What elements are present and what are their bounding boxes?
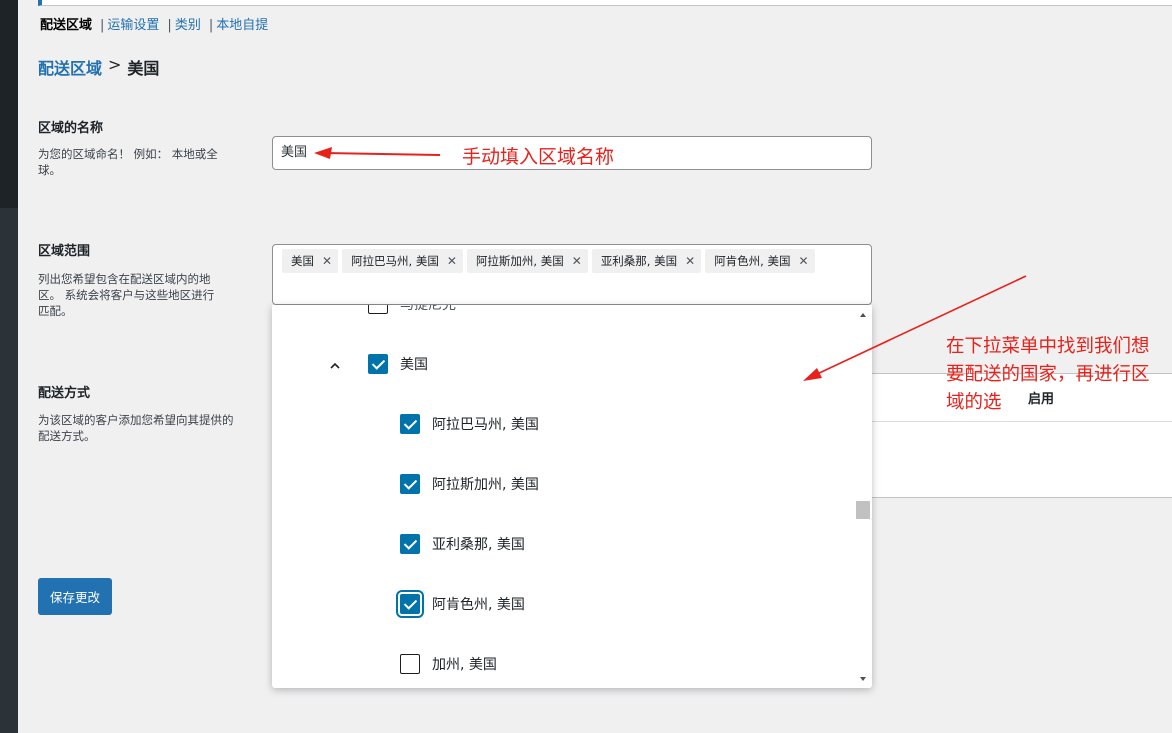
checkbox[interactable] bbox=[368, 305, 388, 314]
shipping-methods-title: 配送方式 bbox=[38, 382, 90, 401]
shipping-subnav: 配送区域 | 运输设置 | 类别 | 本地自提 bbox=[40, 17, 268, 35]
region-chip: 阿肯色州, 美国 ✕ bbox=[705, 249, 814, 273]
annotation-name-hint: 手动填入区域名称 bbox=[462, 142, 614, 169]
remove-chip-icon[interactable]: ✕ bbox=[322, 249, 332, 273]
region-chip-label: 阿拉巴马州, 美国 bbox=[351, 249, 439, 273]
shipping-methods-description: 为该区域的客户添加您希望向其提供的配送方式。 bbox=[38, 412, 234, 444]
checkbox-checked[interactable] bbox=[400, 534, 420, 554]
subnav-current-zones: 配送区域 bbox=[40, 17, 92, 35]
region-chip: 阿拉斯加州, 美国 ✕ bbox=[467, 249, 588, 273]
dropdown-option-partial[interactable]: 马提尼克 bbox=[368, 305, 456, 314]
subnav-separator: | bbox=[100, 17, 104, 35]
annotation-dropdown-hint: 在下拉菜单中找到我们想要配送的国家，再进行区域的选 bbox=[946, 333, 1166, 417]
remove-chip-icon[interactable]: ✕ bbox=[447, 249, 457, 273]
option-label: 加州, 美国 bbox=[432, 654, 497, 674]
zone-name-title: 区域的名称 bbox=[38, 117, 103, 136]
dropdown-option[interactable]: 阿肯色州, 美国 bbox=[400, 594, 525, 614]
option-label: 阿拉巴马州, 美国 bbox=[432, 414, 539, 434]
region-chip-label: 阿拉斯加州, 美国 bbox=[476, 249, 564, 273]
remove-chip-icon[interactable]: ✕ bbox=[799, 249, 809, 273]
save-changes-button[interactable]: 保存更改 bbox=[38, 578, 112, 615]
checkbox-checked-focused[interactable] bbox=[400, 594, 420, 614]
region-chip-label: 亚利桑那, 美国 bbox=[601, 249, 677, 273]
dropdown-option[interactable]: 阿拉斯加州, 美国 bbox=[400, 474, 539, 494]
zone-regions-select[interactable]: 美国 ✕ 阿拉巴马州, 美国 ✕ 阿拉斯加州, 美国 ✕ 亚利桑那, 美国 ✕ 阿肯色州… bbox=[272, 244, 872, 305]
region-chip-label: 阿肯色州, 美国 bbox=[714, 249, 790, 273]
breadcrumb-arrow: > bbox=[108, 55, 121, 79]
dropdown-option[interactable]: 亚利桑那, 美国 bbox=[400, 534, 525, 554]
subnav-link-local-pickup[interactable]: 本地自提 bbox=[216, 17, 268, 35]
breadcrumb: 配送区域 > 美国 bbox=[38, 55, 159, 79]
top-notice-box bbox=[38, 0, 1172, 6]
zone-regions-description: 列出您希望包含在配送区域内的地区。 系统会将客户与这些地区进行匹配。 bbox=[38, 271, 224, 319]
dropdown-scrollbar[interactable] bbox=[856, 305, 872, 688]
option-label: 美国 bbox=[400, 354, 428, 374]
chevron-up-icon[interactable] bbox=[330, 361, 340, 371]
option-label: 阿拉斯加州, 美国 bbox=[432, 474, 539, 494]
dropdown-option[interactable]: 阿拉巴马州, 美国 bbox=[400, 414, 539, 434]
zone-regions-title: 区域范围 bbox=[38, 240, 90, 259]
region-chip-label: 美国 bbox=[291, 249, 314, 273]
checkbox-checked[interactable] bbox=[368, 354, 388, 374]
option-label: 亚利桑那, 美国 bbox=[432, 534, 525, 554]
remove-chip-icon[interactable]: ✕ bbox=[685, 249, 695, 273]
option-label: 马提尼克 bbox=[400, 305, 456, 314]
region-chip: 美国 ✕ bbox=[282, 249, 338, 273]
dropdown-option[interactable]: 加州, 美国 bbox=[400, 654, 497, 674]
table-divider bbox=[860, 421, 1172, 422]
scroll-down-arrow-icon[interactable] bbox=[860, 677, 866, 681]
checkbox-checked[interactable] bbox=[400, 474, 420, 494]
option-label: 阿肯色州, 美国 bbox=[432, 594, 525, 614]
subnav-separator: | bbox=[167, 17, 171, 35]
subnav-link-classes[interactable]: 类别 bbox=[175, 17, 201, 35]
region-chip-list: 美国 ✕ 阿拉巴马州, 美国 ✕ 阿拉斯加州, 美国 ✕ 亚利桑那, 美国 ✕ 阿肯色州… bbox=[273, 245, 871, 273]
checkbox[interactable] bbox=[400, 654, 420, 674]
admin-sidebar bbox=[0, 0, 18, 733]
zone-name-description: 为您的区域命名！ 例如： 本地或全球。 bbox=[38, 146, 220, 178]
scrollbar-thumb[interactable] bbox=[856, 501, 870, 519]
breadcrumb-current: 美国 bbox=[127, 55, 159, 79]
admin-sidebar-lower bbox=[0, 208, 18, 733]
subnav-link-shipping-settings[interactable]: 运输设置 bbox=[107, 17, 159, 35]
dropdown-option-parent[interactable]: 美国 bbox=[368, 354, 428, 374]
remove-chip-icon[interactable]: ✕ bbox=[572, 249, 582, 273]
breadcrumb-zones-link[interactable]: 配送区域 bbox=[38, 55, 102, 79]
region-chip: 亚利桑那, 美国 ✕ bbox=[592, 249, 701, 273]
subnav-separator: | bbox=[209, 17, 213, 35]
scroll-up-arrow-icon[interactable] bbox=[860, 313, 866, 317]
region-dropdown-list[interactable]: 马提尼克 美国 阿拉巴马州, 美国 阿拉斯加州, 美国 亚利桑那, 美国 阿肯色… bbox=[272, 305, 872, 688]
region-chip: 阿拉巴马州, 美国 ✕ bbox=[342, 249, 463, 273]
checkbox-checked[interactable] bbox=[400, 414, 420, 434]
